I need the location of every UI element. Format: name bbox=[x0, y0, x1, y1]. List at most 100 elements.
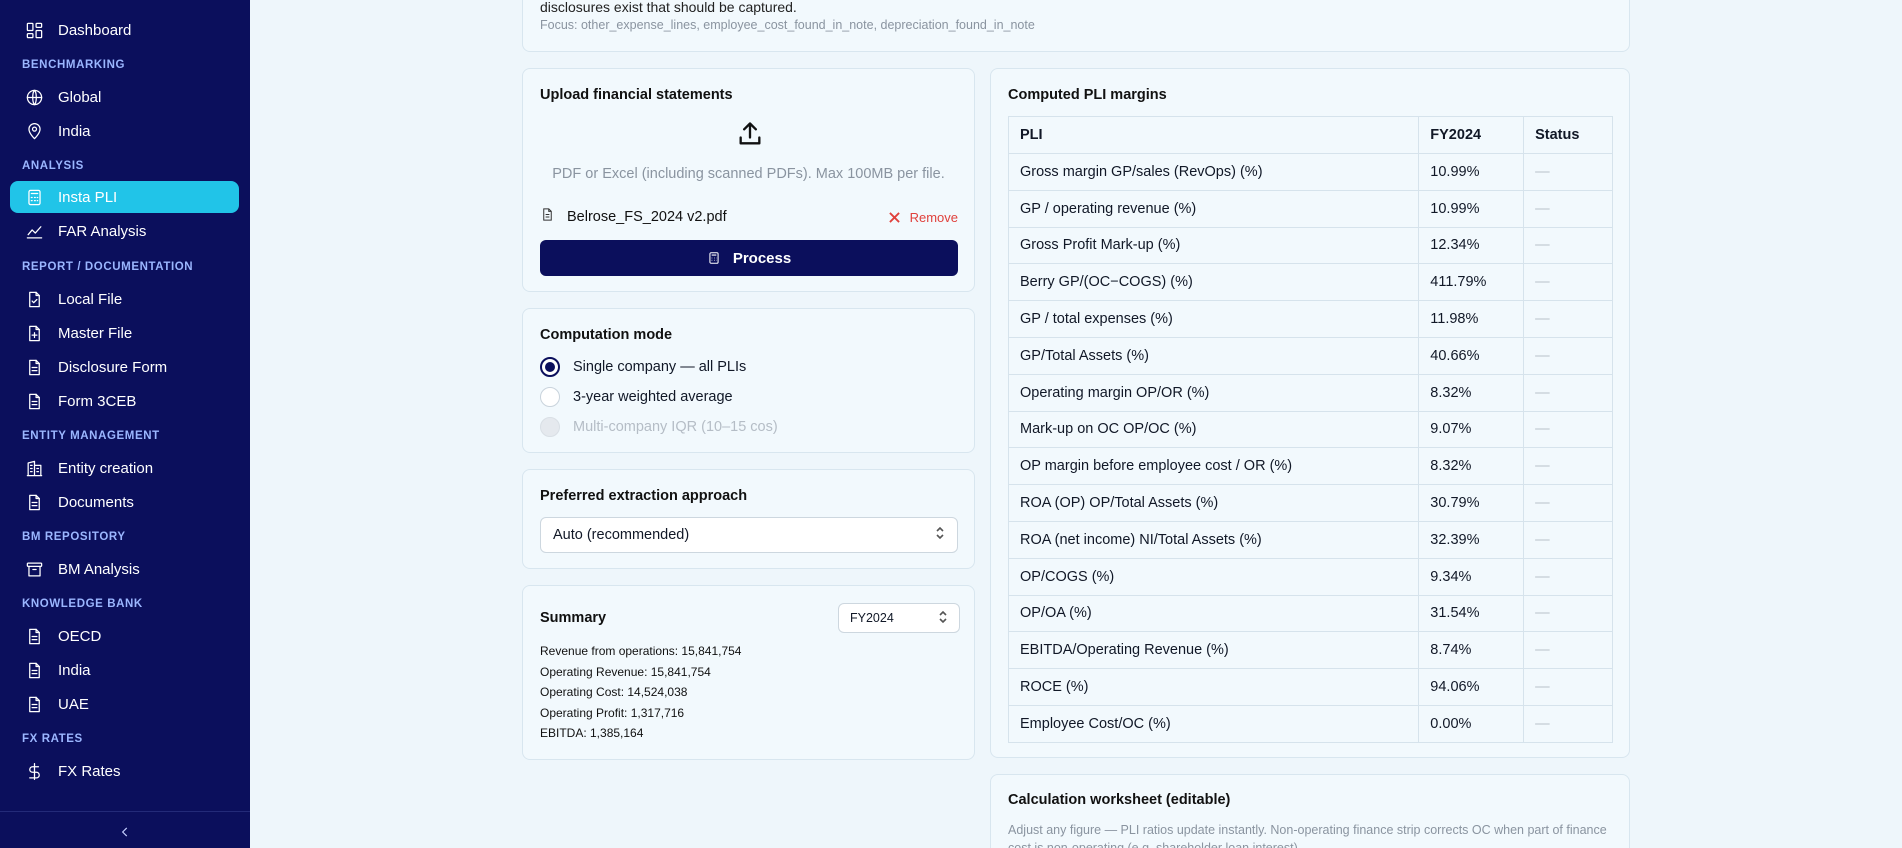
pli-name-cell: EBITDA/Operating Revenue (%) bbox=[1007, 631, 1420, 670]
year-select[interactable]: FY2024 bbox=[838, 603, 960, 633]
section-entity: ENTITY MANAGEMENT bbox=[22, 430, 160, 442]
radio-disabled bbox=[540, 417, 560, 437]
column-header: PLI bbox=[1007, 116, 1420, 154]
mode-option-label: Multi-company IQR (10–15 cos) bbox=[573, 419, 778, 435]
pli-status-cell: — bbox=[1523, 520, 1613, 559]
table-row: OP/COGS (%) 9.34% — bbox=[1007, 557, 1613, 596]
sidebar-item-dashboard[interactable]: Dashboard bbox=[10, 14, 239, 46]
file-text-icon bbox=[24, 391, 44, 411]
sidebar-item-label: Form 3CEB bbox=[58, 392, 137, 410]
sidebar-item-insta-pli[interactable]: Insta PLI bbox=[10, 181, 239, 213]
pli-status-cell: — bbox=[1523, 189, 1613, 228]
mode-option-multi: Multi-company IQR (10–15 cos) bbox=[540, 416, 778, 438]
pli-status-cell: — bbox=[1523, 153, 1613, 191]
summary-line: Operating Cost: 14,524,038 bbox=[540, 685, 688, 699]
sidebar-item-label: UAE bbox=[58, 695, 89, 713]
pli-value-cell: 31.54% bbox=[1418, 594, 1525, 633]
table-header-row: PLI FY2024 Status bbox=[1007, 116, 1613, 154]
sidebar-item-label: India bbox=[58, 661, 91, 679]
ai-review-card: disclosures exist that should be capture… bbox=[522, 0, 1630, 52]
sidebar-item-label: Global bbox=[58, 88, 102, 106]
sidebar-item-label: Dashboard bbox=[58, 21, 132, 39]
sidebar-item-oecd[interactable]: OECD bbox=[10, 620, 239, 652]
section-report: REPORT / DOCUMENTATION bbox=[22, 261, 194, 273]
table-row: Operating margin OP/OR (%) 8.32% — bbox=[1007, 373, 1613, 412]
pli-status-cell: — bbox=[1523, 300, 1613, 338]
building-icon bbox=[24, 458, 44, 478]
sidebar-item-label: FX Rates bbox=[58, 762, 121, 780]
file-text-icon bbox=[24, 694, 44, 714]
pli-name-cell: OP margin before employee cost / OR (%) bbox=[1007, 447, 1420, 486]
pli-name-cell: Gross margin GP/sales (RevOps) (%) bbox=[1007, 153, 1420, 191]
sidebar-item-disclosure-form[interactable]: Disclosure Form bbox=[10, 351, 239, 383]
sidebar-item-documents[interactable]: Documents bbox=[10, 486, 239, 518]
pli-name-cell: OP/COGS (%) bbox=[1007, 557, 1420, 596]
remove-label: Remove bbox=[909, 209, 958, 225]
summary-line: EBITDA: 1,385,164 bbox=[540, 726, 644, 740]
table-row: GP/Total Assets (%) 40.66% — bbox=[1007, 336, 1613, 375]
pli-value-cell: 9.34% bbox=[1418, 557, 1525, 596]
calculator-icon bbox=[709, 252, 719, 264]
pli-value-cell: 12.34% bbox=[1418, 226, 1525, 265]
remove-file-button[interactable]: Remove bbox=[888, 209, 958, 225]
close-icon bbox=[888, 211, 900, 223]
table-row: ROA (OP) OP/Total Assets (%) 30.79% — bbox=[1007, 484, 1613, 522]
table-row: Mark-up on OC OP/OC (%) 9.07% — bbox=[1007, 410, 1613, 449]
file-text-icon bbox=[24, 492, 44, 512]
table-row: EBITDA/Operating Revenue (%) 8.74% — bbox=[1007, 631, 1613, 670]
sidebar-item-global[interactable]: Global bbox=[10, 81, 239, 113]
sidebar-item-label: Disclosure Form bbox=[58, 358, 168, 376]
sidebar-item-master-file[interactable]: Master File bbox=[10, 317, 239, 349]
extraction-approach-card: Preferred extraction approach Auto (reco… bbox=[522, 469, 975, 569]
file-text-icon bbox=[24, 357, 44, 377]
extraction-select[interactable]: Auto (recommended) bbox=[540, 517, 958, 553]
table-row: Gross margin GP/sales (RevOps) (%) 10.99%… bbox=[1007, 153, 1613, 191]
pli-table: PLI FY2024 Status Gross margin GP/sales … bbox=[1007, 116, 1613, 743]
sidebar-item-local-file[interactable]: Local File bbox=[10, 283, 239, 315]
section-knowledge-bank: KNOWLEDGE BANK bbox=[22, 598, 143, 610]
table-row: Berry GP/(OC−COGS) (%) 411.79% — bbox=[1007, 263, 1613, 302]
sidebar-item-far-analysis[interactable]: FAR Analysis bbox=[10, 215, 239, 247]
pli-name-cell: Berry GP/(OC−COGS) (%) bbox=[1007, 263, 1420, 302]
table-row: GP / operating revenue (%) 10.99% — bbox=[1007, 189, 1613, 228]
collapse-sidebar-button[interactable] bbox=[115, 822, 135, 842]
pli-value-cell: 11.98% bbox=[1418, 300, 1525, 338]
pli-value-cell: 10.99% bbox=[1418, 153, 1525, 191]
radio-selected[interactable] bbox=[540, 357, 560, 377]
upload-icon[interactable] bbox=[736, 120, 764, 148]
table-row: GP / total expenses (%) 11.98% — bbox=[1007, 300, 1613, 338]
sidebar-item-bm-analysis[interactable]: BM Analysis bbox=[10, 553, 239, 585]
process-button[interactable]: Process bbox=[540, 240, 958, 276]
upload-card: Upload financial statements PDF or Excel… bbox=[522, 68, 975, 292]
trend-chart-icon bbox=[24, 221, 44, 241]
summary-line: Operating Profit: 1,317,716 bbox=[540, 706, 685, 720]
sidebar-item-india[interactable]: India bbox=[10, 115, 239, 147]
table-row: ROA (net income) NI/Total Assets (%) 32.3… bbox=[1007, 520, 1613, 559]
radio[interactable] bbox=[540, 387, 560, 407]
mode-option-single[interactable]: Single company — all PLIs bbox=[540, 356, 746, 378]
pli-name-cell: ROA (net income) NI/Total Assets (%) bbox=[1007, 520, 1420, 559]
sidebar-item-entity-creation[interactable]: Entity creation bbox=[10, 452, 239, 484]
sidebar-item-form-3ceb[interactable]: Form 3CEB bbox=[10, 385, 239, 417]
pli-margins-card: Computed PLI margins PLI FY2024 Status G… bbox=[990, 68, 1630, 758]
section-fx-rates: FX RATES bbox=[22, 733, 83, 745]
mode-option-label: 3-year weighted average bbox=[573, 389, 733, 405]
computation-mode-card: Computation mode Single company — all PL… bbox=[522, 308, 975, 453]
sidebar-item-uae[interactable]: UAE bbox=[10, 688, 239, 720]
pli-value-cell: 32.39% bbox=[1418, 520, 1525, 559]
pli-value-cell: 0.00% bbox=[1418, 704, 1525, 743]
file-sparkle-icon bbox=[24, 323, 44, 343]
pli-value-cell: 411.79% bbox=[1418, 263, 1525, 302]
review-text: disclosures exist that should be capture… bbox=[540, 0, 797, 15]
sidebar-item-kb-india[interactable]: India bbox=[10, 654, 239, 686]
upload-hint: PDF or Excel (including scanned PDFs). M… bbox=[552, 166, 945, 182]
pli-value-cell: 10.99% bbox=[1418, 189, 1525, 228]
pli-status-cell: — bbox=[1523, 263, 1613, 302]
pli-status-cell: — bbox=[1523, 557, 1613, 596]
table-row: OP/OA (%) 31.54% — bbox=[1007, 594, 1613, 633]
mode-option-3yr[interactable]: 3-year weighted average bbox=[540, 386, 733, 408]
pli-status-cell: — bbox=[1523, 631, 1613, 670]
pli-name-cell: GP/Total Assets (%) bbox=[1007, 336, 1420, 375]
map-pin-icon bbox=[24, 121, 44, 141]
sidebar-item-fx-rates[interactable]: FX Rates bbox=[10, 755, 239, 787]
